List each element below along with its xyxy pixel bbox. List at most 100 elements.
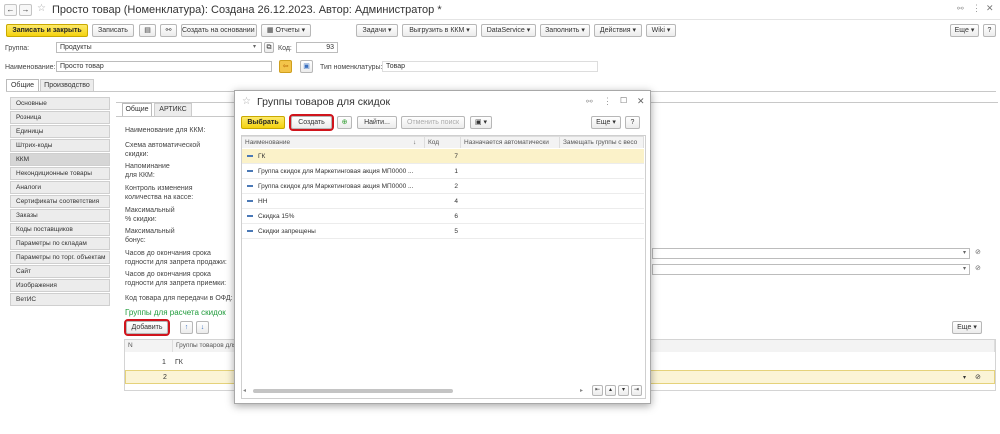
sidebar-item[interactable]: Единицы	[10, 125, 110, 138]
scroll-right-icon[interactable]: ▸	[580, 387, 583, 394]
item-dash-icon	[247, 200, 253, 202]
sidebar-item[interactable]: Заказы	[10, 209, 110, 222]
reports-button[interactable]: ▦ Отчеты ▾	[261, 24, 311, 37]
dialog-more-button[interactable]: Еще ▾	[591, 116, 621, 129]
sidebar-item[interactable]: Изображения	[10, 279, 110, 292]
row-dropdown-icon[interactable]: ▾	[963, 371, 966, 385]
dialog-table-row[interactable]: ГК 7	[242, 149, 644, 164]
forward-button[interactable]: →	[19, 4, 32, 16]
dialog-menu-icon[interactable]: ⋮	[603, 96, 612, 107]
col-code-header[interactable]: Код	[425, 136, 461, 148]
next-page-button[interactable]: ▾	[618, 385, 629, 396]
add-button[interactable]: Добавить	[124, 319, 170, 336]
type-icon-button[interactable]: ▣	[300, 60, 313, 73]
type-label: Тип номенклатуры:	[320, 64, 383, 71]
sidebar-item[interactable]: Коды поставщиков	[10, 223, 110, 236]
dataservice-button[interactable]: DataService ▾	[481, 24, 536, 37]
code-field[interactable]: 93	[296, 42, 338, 53]
link-button[interactable]: ⚯	[160, 24, 177, 37]
sidebar-item[interactable]: Параметры по торг. объектам	[10, 251, 110, 264]
sidebar-item[interactable]: Сайт	[10, 265, 110, 278]
choose-button[interactable]: Выбрать	[241, 116, 285, 129]
col-replace-header[interactable]: Замещать группы с весо	[560, 136, 644, 148]
more-button[interactable]: Еще ▾	[950, 24, 979, 37]
sidebar-item[interactable]: ККМ	[10, 153, 110, 166]
cancel-search-button[interactable]: Отменить поиск	[401, 116, 465, 129]
type-field[interactable]: Товар	[382, 61, 598, 72]
dropdown-icon[interactable]: ▾	[253, 43, 256, 50]
scroll-left-icon[interactable]: ◂	[243, 387, 246, 394]
name-field[interactable]: Просто товар	[56, 61, 272, 72]
tasks-button[interactable]: Задачи ▾	[356, 24, 398, 37]
dialog-table-row[interactable]: Скидка 15% 6	[242, 209, 644, 224]
dialog-maximize-icon[interactable]: ☐	[620, 96, 627, 105]
link-icon[interactable]: ⚯	[957, 4, 964, 13]
find-button[interactable]: Найти...	[357, 116, 397, 129]
wiki-button[interactable]: Wiki ▾	[646, 24, 676, 37]
dialog-settings-button[interactable]: ▣ ▾	[470, 116, 492, 129]
sidebar-item[interactable]: Основные	[10, 97, 110, 110]
help-button[interactable]: ?	[983, 24, 996, 37]
sidebar-item[interactable]: Аналоги	[10, 181, 110, 194]
name-helper-button[interactable]: ⇦	[279, 60, 292, 73]
create-based-on-button[interactable]: Создать на основании ▾	[181, 24, 257, 37]
fill-button[interactable]: Заполнить ▾	[540, 24, 590, 37]
hours-sale-dropdown-icon[interactable]: ▾	[963, 249, 966, 256]
back-button[interactable]: ←	[4, 4, 17, 16]
hours-receive-dropdown-icon[interactable]: ▾	[963, 265, 966, 272]
sidebar-item[interactable]: ВетИС	[10, 293, 110, 306]
menu-dots-icon[interactable]: ⋮	[972, 3, 981, 14]
dialog-link-icon[interactable]: ⚯	[586, 97, 593, 106]
row-name: Скидка 15%	[258, 213, 295, 220]
star-icon[interactable]: ☆	[37, 3, 46, 14]
sidebar-item[interactable]: Розница	[10, 111, 110, 124]
dialog-scrollbar[interactable]: ◂ ▸	[243, 387, 589, 395]
hours-sale-open-icon[interactable]: ⊘	[975, 248, 981, 256]
dialog-help-button[interactable]: ?	[625, 116, 640, 129]
first-page-button[interactable]: ⇤	[592, 385, 603, 396]
col-n-header[interactable]: N	[125, 340, 173, 352]
row-name: НН	[258, 198, 268, 205]
group-field[interactable]: Продукты	[56, 42, 262, 53]
hours-receive-field[interactable]	[652, 264, 970, 275]
dialog-table-row[interactable]: Скидки запрещены 5	[242, 224, 644, 239]
discount-groups-link[interactable]: Группы для расчета скидок	[125, 308, 226, 317]
dialog-star-icon[interactable]: ☆	[242, 96, 251, 107]
document-icon[interactable]: ▤	[139, 24, 156, 37]
hours-sale-field[interactable]	[652, 248, 970, 259]
inner-tab-artiks[interactable]: АРТИКС	[154, 103, 192, 116]
reports-icon: ▦	[266, 27, 274, 34]
dialog-table-row[interactable]: Группа скидок для Маркетинговая акция МП…	[242, 179, 644, 194]
move-down-button[interactable]: ↓	[196, 321, 209, 334]
row-code: 7	[454, 153, 458, 160]
group-label: Группа:	[5, 45, 30, 52]
open-group-button[interactable]: ⧉	[264, 42, 274, 53]
table-more-button[interactable]: Еще ▾	[952, 321, 982, 334]
col-name-header[interactable]: Наименование ↓	[242, 136, 425, 148]
item-dash-icon	[247, 155, 253, 157]
col-auto-header[interactable]: Назначается автоматически	[461, 136, 560, 148]
inner-tab-general[interactable]: Общие	[122, 103, 152, 116]
dialog-table-row[interactable]: НН 4	[242, 194, 644, 209]
row-open-icon[interactable]: ⊘	[975, 371, 981, 385]
save-button[interactable]: Записать	[92, 24, 134, 37]
actions-button[interactable]: Действия ▾	[594, 24, 642, 37]
dialog-title: Группы товаров для скидок	[257, 96, 391, 108]
dialog-close-icon[interactable]: ✕	[637, 96, 645, 107]
row-code: 2	[454, 183, 458, 190]
hours-receive-open-icon[interactable]: ⊘	[975, 264, 981, 272]
sidebar-item[interactable]: Штрих-коды	[10, 139, 110, 152]
dialog-table-row[interactable]: Группа скидок для Маркетинговая акция МП…	[242, 164, 644, 179]
sidebar-item[interactable]: Параметры по складам	[10, 237, 110, 250]
upload-kkm-button[interactable]: Выгрузить в ККМ ▾	[402, 24, 477, 37]
sidebar-item[interactable]: Сертификаты соответствия	[10, 195, 110, 208]
last-page-button[interactable]: ⇥	[631, 385, 642, 396]
create-button[interactable]: Создать	[289, 114, 334, 131]
prev-page-button[interactable]: ▴	[605, 385, 616, 396]
add-group-icon[interactable]: ⊕	[337, 116, 352, 129]
sidebar-item[interactable]: Некондиционные товары	[10, 167, 110, 180]
scroll-thumb[interactable]	[253, 389, 453, 393]
move-up-button[interactable]: ↑	[180, 321, 193, 334]
save-and-close-button[interactable]: Записать и закрыть	[6, 24, 88, 37]
close-icon[interactable]: ✕	[986, 3, 994, 14]
